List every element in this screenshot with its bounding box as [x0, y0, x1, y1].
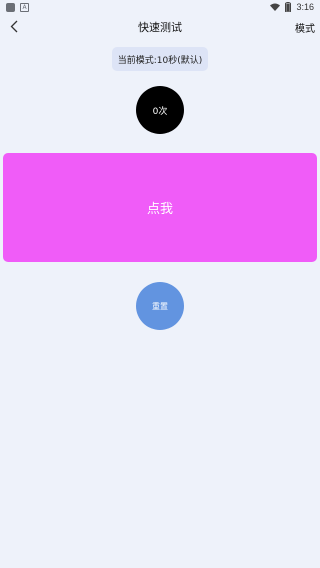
status-time: 3:16: [296, 2, 314, 12]
status-bar: A 3:16: [0, 0, 320, 14]
back-button[interactable]: [6, 18, 22, 36]
wifi-icon: [270, 3, 281, 11]
battery-icon: [285, 2, 292, 12]
current-mode-badge: 当前模式:10秒(默认): [112, 47, 208, 71]
status-bar-left: A: [6, 2, 29, 12]
mode-button[interactable]: 模式: [295, 20, 315, 35]
tap-button-label: 点我: [146, 202, 173, 217]
status-bar-right: 3:16: [270, 2, 314, 12]
reset-button-label: 重置: [152, 301, 168, 311]
app-notification-icon: [6, 2, 15, 12]
nav-bar: 快速测试 模式: [0, 14, 320, 40]
tap-button[interactable]: 点我: [3, 153, 317, 262]
click-counter: 0次: [136, 86, 184, 134]
reset-button[interactable]: 重置: [136, 282, 184, 330]
page-title: 快速测试: [138, 21, 182, 34]
a-notification-icon: A: [20, 2, 29, 12]
chevron-left-icon: [10, 18, 18, 37]
